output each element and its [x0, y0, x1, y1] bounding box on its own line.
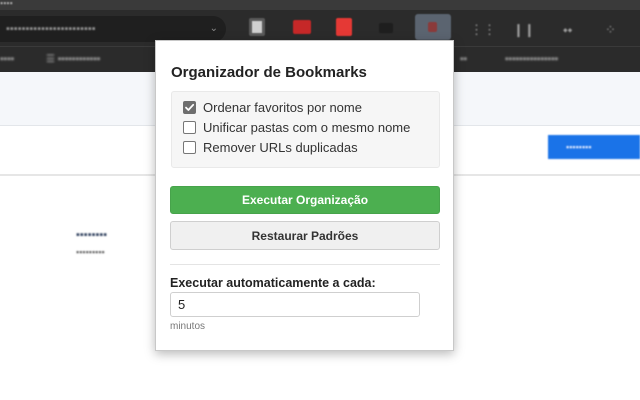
toolbar-icon[interactable]: ❙❙	[513, 22, 535, 38]
options-box: Ordenar favoritos por nome Unificar past…	[171, 91, 440, 168]
interval-unit-label: minutos	[170, 321, 206, 332]
page-action-button[interactable]: ▪▪▪▪▪▪▪▪	[548, 135, 640, 159]
page-text: ▪▪▪▪▪▪▪▪	[76, 229, 108, 241]
option-sort-by-name[interactable]: Ordenar favoritos por nome	[183, 99, 362, 115]
bookmark-organizer-popup: Organizador de Bookmarks Ordenar favorit…	[155, 40, 454, 351]
option-remove-duplicates[interactable]: Remover URLs duplicadas	[183, 139, 358, 155]
merge-folders-checkbox[interactable]	[183, 120, 196, 134]
option-merge-folders[interactable]: Unificar pastas com o mesmo nome	[183, 119, 410, 135]
extension-icon[interactable]	[336, 18, 352, 36]
address-bar-url: ▪▪▪▪▪▪▪▪▪▪▪▪▪▪▪▪▪▪▪▪▪▪▪	[6, 23, 96, 35]
browser-title-text: ▪▪▪▪	[0, 0, 13, 8]
address-bar[interactable]: ▪▪▪▪▪▪▪▪▪▪▪▪▪▪▪▪▪▪▪▪▪▪▪ ⌄	[0, 16, 226, 42]
menu-icon[interactable]: ⁘	[605, 22, 616, 38]
bookmark-item[interactable]: ▪▪▪▪▪▪▪▪▪▪▪▪▪▪▪	[505, 54, 558, 65]
bookmark-item[interactable]: ☰ ▪▪▪▪▪▪▪▪▪▪▪▪	[46, 54, 100, 65]
bookmark-item[interactable]: ▪▪	[460, 54, 467, 65]
option-label: Remover URLs duplicadas	[203, 139, 358, 155]
popup-title: Organizador de Bookmarks	[171, 64, 367, 81]
interval-input[interactable]	[170, 292, 420, 317]
check-icon	[185, 103, 195, 111]
toolbar-icon[interactable]: ⋮⋮	[470, 22, 496, 38]
extension-icon[interactable]	[379, 23, 393, 33]
browser-title-bar: ▪▪▪▪	[0, 0, 640, 10]
extension-icon[interactable]	[293, 20, 311, 34]
bookmark-organizer-extension-icon[interactable]	[415, 14, 451, 40]
sort-by-name-checkbox[interactable]	[183, 100, 196, 114]
page-text: ▪▪▪▪▪▪▪▪▪	[76, 247, 105, 257]
auto-run-label: Executar automaticamente a cada:	[170, 276, 376, 290]
divider	[170, 264, 440, 265]
chevron-down-icon[interactable]: ⌄	[210, 23, 218, 34]
restore-defaults-button[interactable]: Restaurar Padrões	[170, 221, 440, 250]
extension-icon[interactable]	[249, 18, 265, 36]
option-label: Unificar pastas com o mesmo nome	[203, 119, 411, 135]
option-label: Ordenar favoritos por nome	[203, 99, 362, 115]
bookmark-item[interactable]: ▪▪▪▪	[0, 54, 14, 65]
toolbar-icon[interactable]: ⬩⬩	[563, 22, 572, 38]
run-organization-button[interactable]: Executar Organização	[170, 186, 440, 214]
remove-duplicates-checkbox[interactable]	[183, 140, 196, 154]
